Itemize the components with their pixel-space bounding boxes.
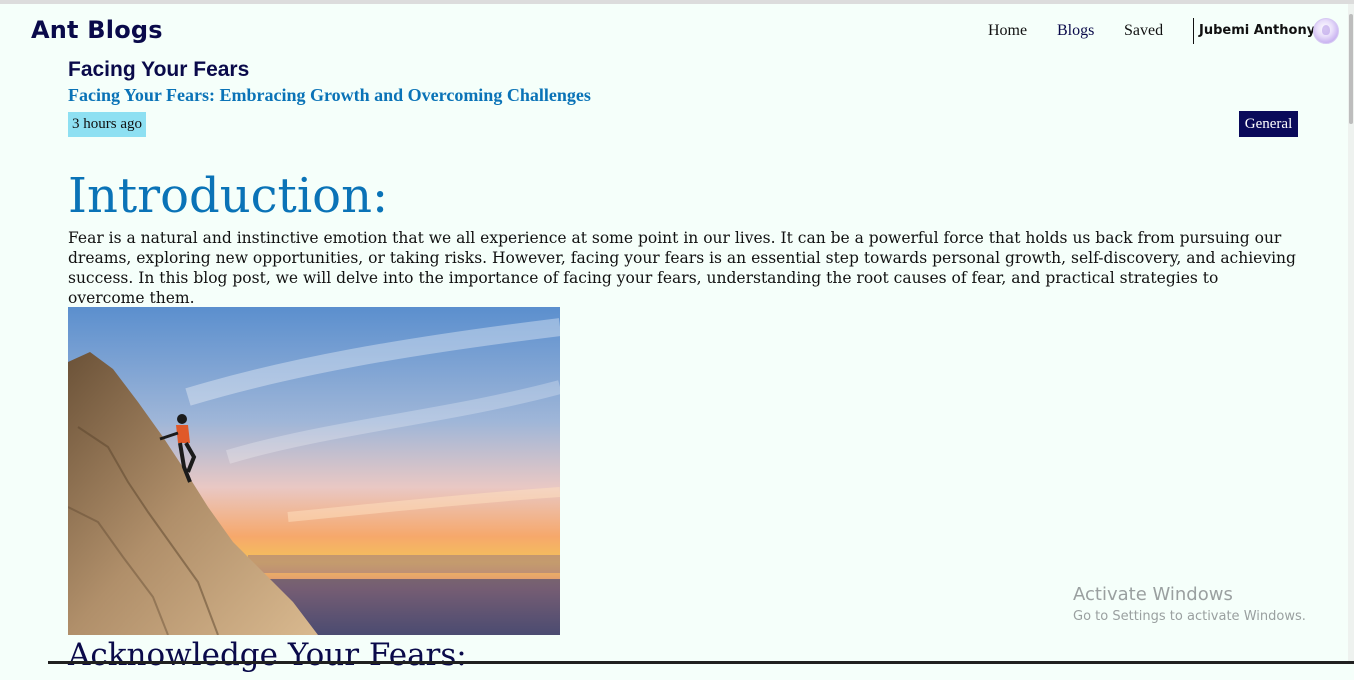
climber-sunset-illustration <box>68 307 560 635</box>
user-name[interactable]: Jubemi Anthony <box>1199 23 1315 38</box>
user-divider <box>1193 18 1194 44</box>
section-body-introduction: Fear is a natural and instinctive emotio… <box>68 229 1296 307</box>
post-category-badge[interactable]: General <box>1239 111 1298 137</box>
scrollbar-thumb[interactable] <box>1349 14 1353 124</box>
post-title: Facing Your Fears <box>68 58 250 81</box>
window-top-border <box>0 0 1354 4</box>
nav-saved-link[interactable]: Saved <box>1124 22 1163 42</box>
section-heading-introduction: Introduction: <box>68 168 389 224</box>
nav-home-link[interactable]: Home <box>988 22 1027 42</box>
activate-windows-title: Activate Windows <box>1073 584 1233 605</box>
post-time-badge: 3 hours ago <box>68 112 146 137</box>
activate-windows-subtitle: Go to Settings to activate Windows. <box>1073 609 1306 624</box>
post-subtitle: Facing Your Fears: Embracing Growth and … <box>68 85 591 105</box>
nav-blogs-link[interactable]: Blogs <box>1057 22 1094 42</box>
post-hero-image <box>68 307 560 635</box>
section-heading-acknowledge: Acknowledge Your Fears: <box>68 637 467 673</box>
avatar-icon[interactable] <box>1313 18 1339 44</box>
brand-logo[interactable]: Ant Blogs <box>31 16 163 44</box>
